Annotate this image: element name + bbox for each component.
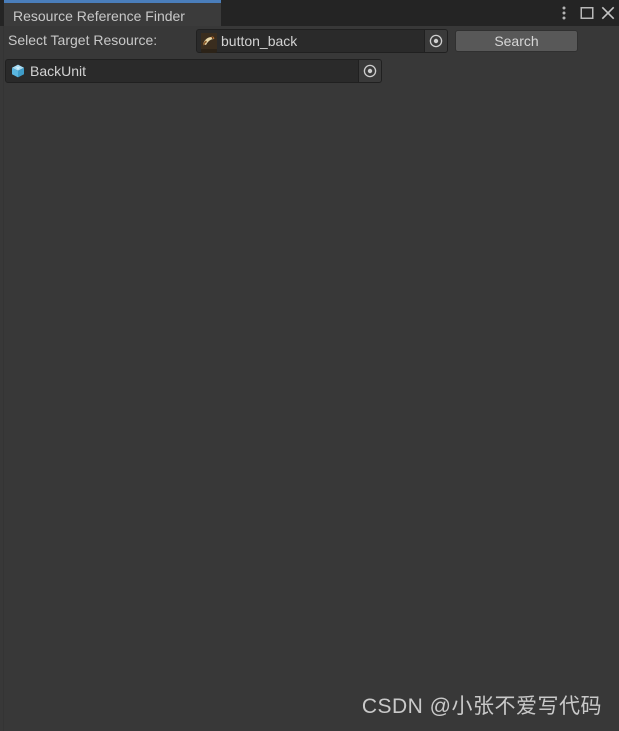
prefab-cube-icon <box>10 63 26 79</box>
watermark-text: CSDN @小张不爱写代码 <box>361 695 602 718</box>
result-object-field[interactable]: BackUnit <box>5 59 382 83</box>
object-picker-circle-icon[interactable] <box>358 60 381 82</box>
vertical-dots-icon[interactable] <box>553 0 575 26</box>
result-value: BackUnit <box>30 63 87 79</box>
search-button[interactable]: Search <box>455 30 578 52</box>
object-picker-circle-icon[interactable] <box>424 30 447 52</box>
window-left-border <box>3 26 4 731</box>
target-resource-value: button_back <box>221 33 298 49</box>
resource-reference-finder-window: Resource Reference Finder Select Target … <box>0 0 619 731</box>
target-resource-object-field[interactable]: button_back <box>196 29 448 53</box>
tab-label: Resource Reference Finder <box>13 8 185 24</box>
tab-resource-reference-finder[interactable]: Resource Reference Finder <box>4 0 221 26</box>
close-x-icon[interactable] <box>597 0 619 26</box>
results-empty-area <box>0 88 619 731</box>
maximize-square-icon[interactable] <box>576 0 598 26</box>
sprite-texture-icon <box>201 33 217 53</box>
tab-strip: Resource Reference Finder <box>0 0 619 26</box>
select-target-label: Select Target Resource: <box>8 32 158 48</box>
